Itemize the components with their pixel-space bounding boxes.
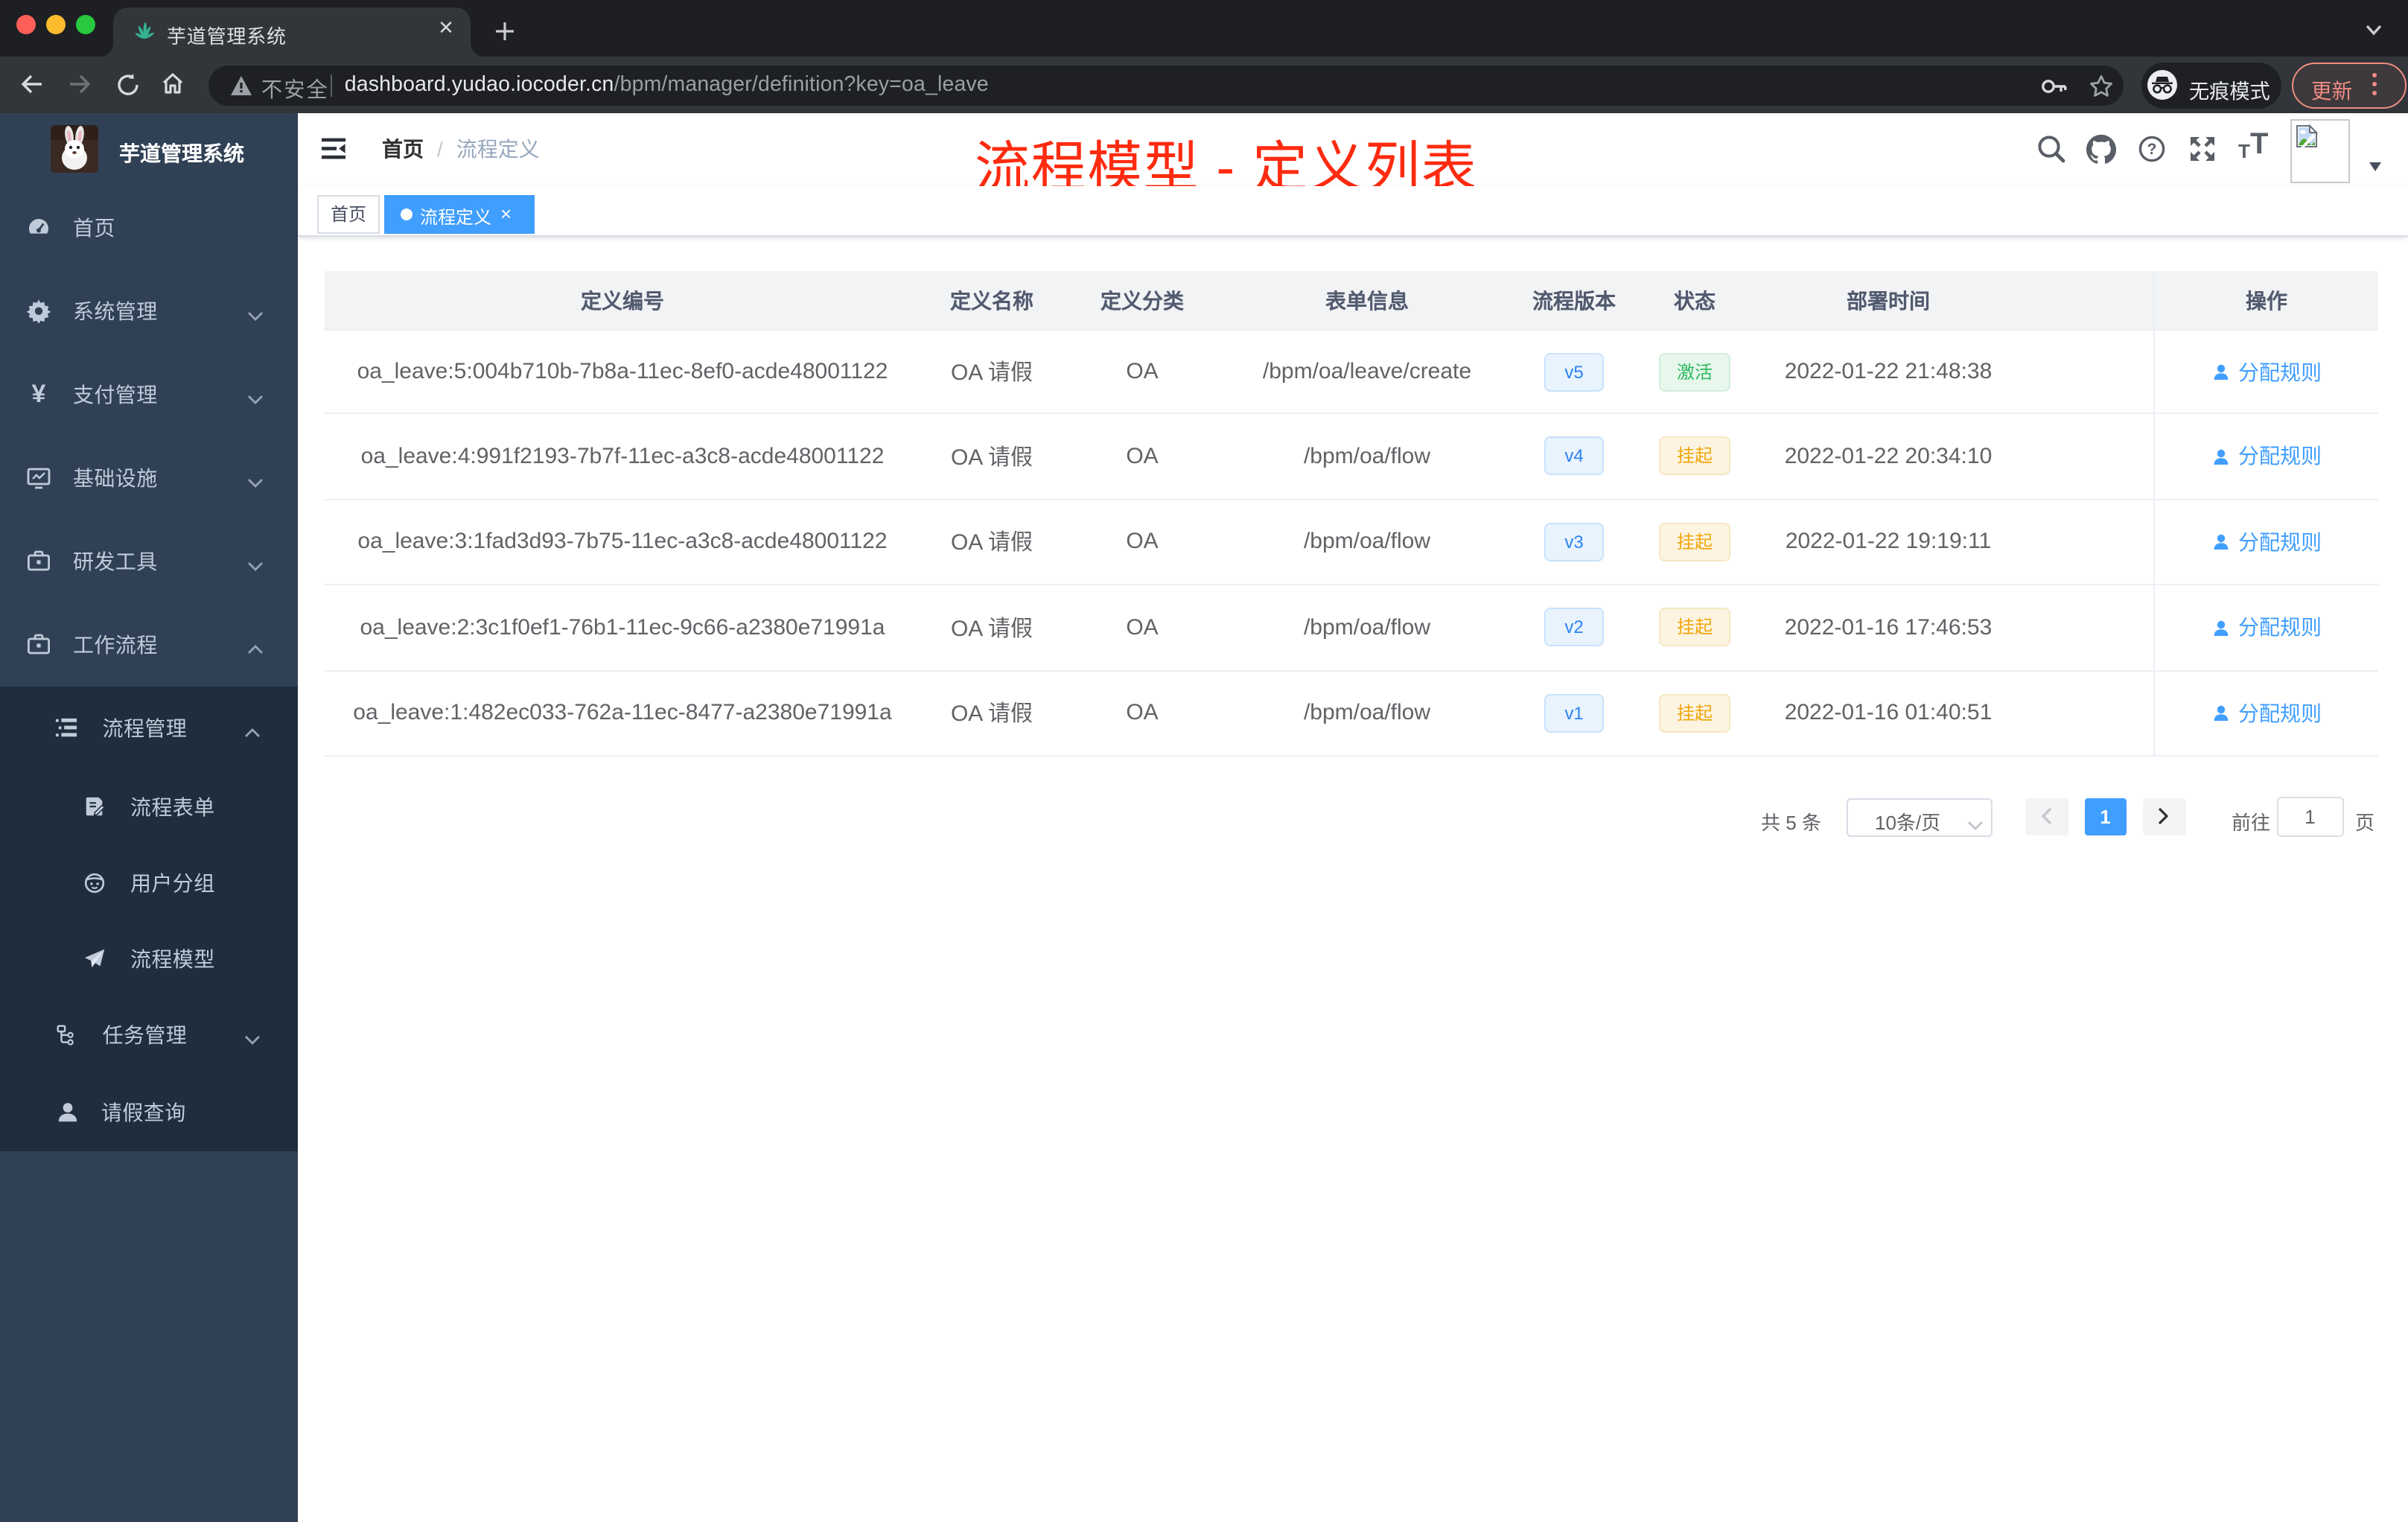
svg-text:?: ? [2147,141,2157,159]
